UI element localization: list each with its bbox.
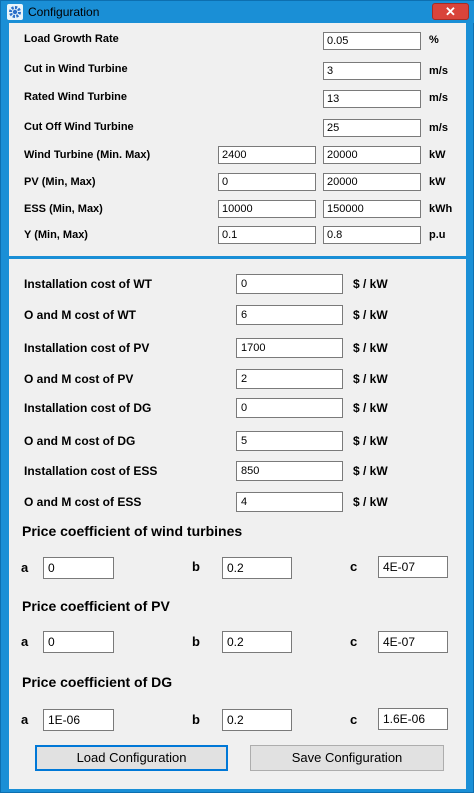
install-cost-pv-unit: $ / kW	[353, 341, 388, 355]
install-cost-wt-input[interactable]: 0	[236, 274, 343, 294]
om-cost-dg-label: O and M cost of DG	[24, 434, 136, 448]
y-max-input[interactable]: 0.8	[323, 226, 421, 244]
pv-coef-a-input[interactable]: 0	[43, 631, 114, 653]
dg-coef-a-label: a	[21, 712, 29, 727]
install-cost-dg-label: Installation cost of DG	[24, 401, 152, 415]
wt-coef-b-input[interactable]: 0.2	[222, 557, 292, 579]
load-configuration-button[interactable]: Load Configuration	[35, 745, 228, 771]
y-unit: p.u	[429, 229, 446, 241]
pv-minmax-label: PV (Min, Max)	[24, 176, 96, 188]
install-cost-ess-input[interactable]: 850	[236, 461, 343, 481]
load-growth-rate-input[interactable]: 0.05	[323, 32, 421, 50]
wt-coef-a-label: a	[21, 560, 29, 575]
rated-wind-label: Rated Wind Turbine	[24, 91, 127, 103]
load-growth-rate-unit: %	[429, 34, 439, 46]
om-cost-pv-label: O and M cost of PV	[24, 372, 134, 386]
install-cost-wt-label: Installation cost of WT	[24, 277, 152, 291]
window-title: Configuration	[28, 5, 100, 19]
pv-max-input[interactable]: 20000	[323, 173, 421, 191]
gear-icon	[7, 4, 23, 20]
general-settings-panel	[9, 23, 466, 256]
om-cost-wt-input[interactable]: 6	[236, 305, 343, 325]
om-cost-dg-unit: $ / kW	[353, 434, 388, 448]
wt-coef-c-input[interactable]: 4E-07	[378, 556, 448, 578]
dg-coef-c-label: c	[350, 712, 358, 727]
cut-off-wind-unit: m/s	[429, 122, 448, 134]
pv-unit: kW	[429, 176, 446, 188]
load-growth-rate-label: Load Growth Rate	[24, 33, 119, 45]
install-cost-ess-unit: $ / kW	[353, 464, 388, 478]
pv-min-input[interactable]: 0	[218, 173, 316, 191]
om-cost-pv-input[interactable]: 2	[236, 369, 343, 389]
om-cost-dg-input[interactable]: 5	[236, 431, 343, 451]
wind-turbine-unit: kW	[429, 149, 446, 161]
pv-coef-c-label: c	[350, 634, 358, 649]
pv-coef-c-input[interactable]: 4E-07	[378, 631, 448, 653]
dg-coef-c-input[interactable]: 1.6E-06	[378, 708, 448, 730]
install-cost-ess-label: Installation cost of ESS	[24, 464, 158, 478]
cut-off-wind-input[interactable]: 25	[323, 119, 421, 137]
install-cost-pv-label: Installation cost of PV	[24, 341, 150, 355]
wt-coefficient-heading: Price coefficient of wind turbines	[22, 523, 243, 539]
cut-in-wind-unit: m/s	[429, 65, 448, 77]
om-cost-ess-input[interactable]: 4	[236, 492, 343, 512]
dg-coefficient-heading: Price coefficient of DG	[22, 674, 173, 690]
pv-coef-a-label: a	[21, 634, 29, 649]
y-minmax-label: Y (Min, Max)	[24, 229, 88, 241]
rated-wind-unit: m/s	[429, 92, 448, 104]
save-configuration-button[interactable]: Save Configuration	[250, 745, 444, 771]
ess-max-input[interactable]: 150000	[323, 200, 421, 218]
wt-coef-c-label: c	[350, 559, 358, 574]
install-cost-wt-unit: $ / kW	[353, 277, 388, 291]
ess-minmax-label: ESS (Min, Max)	[24, 203, 103, 215]
dg-coef-b-input[interactable]: 0.2	[222, 709, 292, 731]
cut-off-wind-label: Cut Off Wind Turbine	[24, 121, 134, 133]
install-cost-pv-input[interactable]: 1700	[236, 338, 343, 358]
close-button[interactable]: ✕	[432, 3, 469, 20]
pv-coef-b-label: b	[192, 634, 200, 649]
dg-coef-b-label: b	[192, 712, 200, 727]
wt-coef-a-input[interactable]: 0	[43, 557, 114, 579]
om-cost-wt-label: O and M cost of WT	[24, 308, 136, 322]
dg-coef-a-input[interactable]: 1E-06	[43, 709, 114, 731]
om-cost-pv-unit: $ / kW	[353, 372, 388, 386]
wind-turbine-min-input[interactable]: 2400	[218, 146, 316, 164]
cut-in-wind-input[interactable]: 3	[323, 62, 421, 80]
rated-wind-input[interactable]: 13	[323, 90, 421, 108]
pv-coefficient-heading: Price coefficient of PV	[22, 598, 170, 614]
wt-coef-b-label: b	[192, 559, 200, 574]
wind-turbine-minmax-label: Wind Turbine (Min. Max)	[24, 149, 151, 161]
y-min-input[interactable]: 0.1	[218, 226, 316, 244]
cut-in-wind-label: Cut in Wind Turbine	[24, 63, 128, 75]
configuration-window: Configuration ✕ Load Growth Rate 0.05 % …	[0, 0, 474, 793]
install-cost-dg-unit: $ / kW	[353, 401, 388, 415]
om-cost-ess-unit: $ / kW	[353, 495, 388, 509]
title-bar: Configuration ✕	[1, 1, 474, 23]
ess-min-input[interactable]: 10000	[218, 200, 316, 218]
install-cost-dg-input[interactable]: 0	[236, 398, 343, 418]
om-cost-ess-label: O and M cost of ESS	[24, 495, 142, 509]
pv-coef-b-input[interactable]: 0.2	[222, 631, 292, 653]
om-cost-wt-unit: $ / kW	[353, 308, 388, 322]
wind-turbine-max-input[interactable]: 20000	[323, 146, 421, 164]
ess-unit: kWh	[429, 203, 453, 215]
